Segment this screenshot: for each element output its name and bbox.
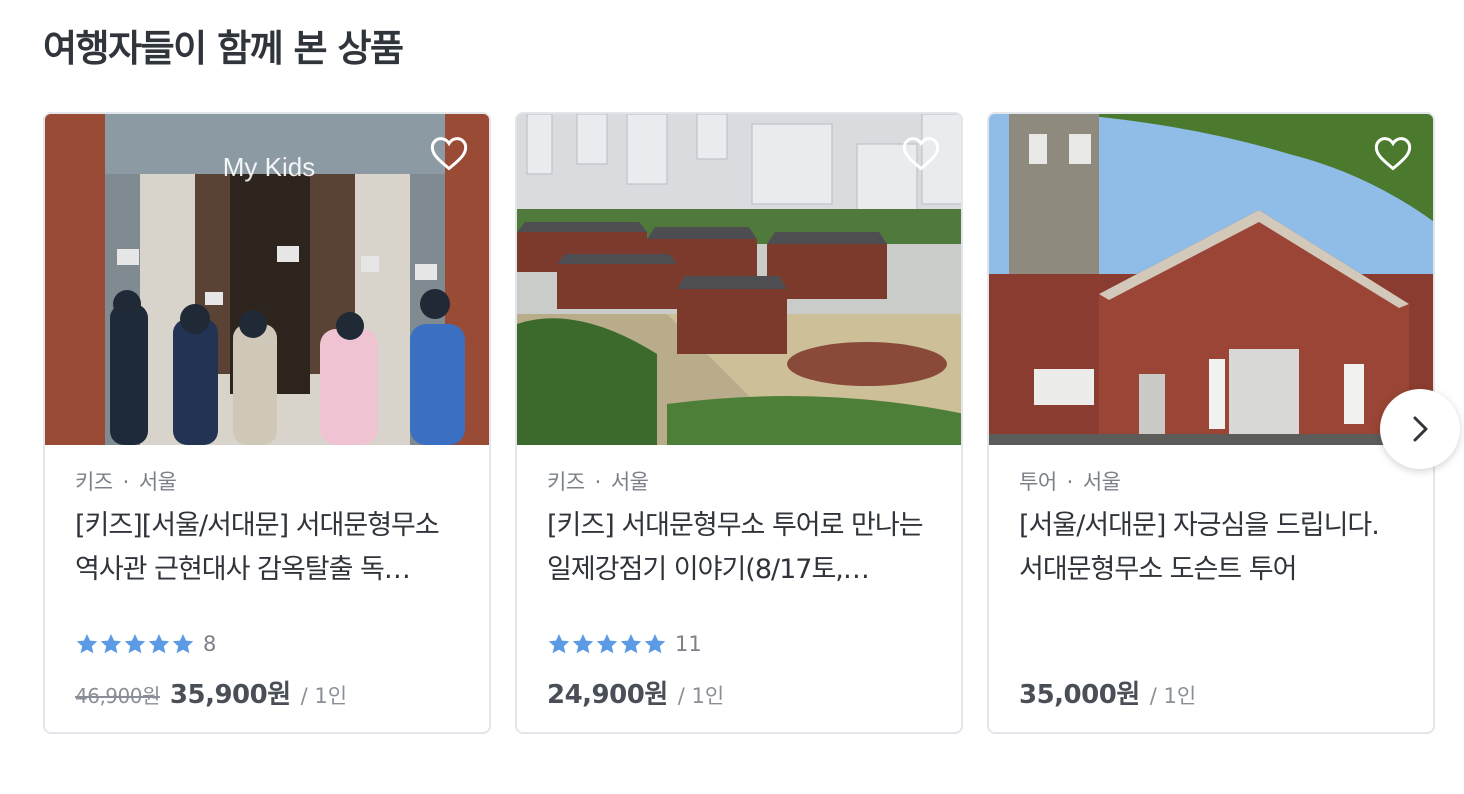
rating: 8	[75, 632, 216, 656]
product-name[interactable]: [키즈] 서대문형무소 투어로 만나는 일제강점기 이야기(8/17토,…	[547, 504, 937, 592]
section-title: 여행자들이 함께 본 상품	[43, 27, 404, 70]
location-label: 서울	[1082, 470, 1121, 494]
product-name[interactable]: [키즈][서울/서대문] 서대문형무소 역사관 근현대사 감옥탈출 독…	[75, 504, 465, 592]
product-card[interactable]: My Kids 키즈 · 서울 [키즈][서울/서대문] 서대문형무소 역사관 근현…	[43, 112, 491, 734]
product-card[interactable]: 키즈 · 서울 [키즈] 서대문형무소 투어로 만나는 일제강점기 이야기(8/17…	[515, 112, 963, 734]
category-label: 키즈	[75, 470, 113, 494]
wishlist-heart-icon[interactable]	[429, 134, 469, 172]
price-row: 35,000원 / 1인	[1019, 674, 1196, 711]
location-label: 서울	[610, 470, 649, 494]
category-label: 키즈	[547, 470, 585, 494]
review-count: 11	[675, 632, 702, 656]
wishlist-heart-icon[interactable]	[901, 134, 941, 172]
price-unit: / 1인	[1149, 684, 1197, 708]
price-unit: / 1인	[300, 684, 348, 708]
star-icon	[172, 634, 194, 654]
price-row: 24,900원 / 1인	[547, 674, 724, 711]
original-price: 46,900원	[75, 684, 160, 708]
star-icon	[548, 634, 570, 654]
product-image[interactable]: My Kids	[45, 114, 489, 445]
image-watermark: My Kids	[223, 152, 315, 182]
category-label: 투어	[1019, 470, 1057, 494]
next-button[interactable]	[1380, 389, 1460, 469]
price-row: 46,900원 35,900원 / 1인	[75, 674, 347, 711]
star-icon	[100, 634, 122, 654]
rating: 11	[547, 632, 702, 656]
product-card[interactable]: 투어 · 서울 [서울/서대문] 자긍심을 드립니다. 서대문형무소 도슨트 투어 …	[987, 112, 1435, 734]
chevron-right-icon	[1413, 416, 1428, 442]
location-label: 서울	[138, 470, 177, 494]
star-icon	[572, 634, 594, 654]
product-meta: 키즈 · 서울	[75, 470, 177, 494]
product-image[interactable]	[517, 114, 961, 445]
sale-price: 24,900원	[547, 680, 668, 710]
star-icon	[148, 634, 170, 654]
product-meta: 키즈 · 서울	[547, 470, 649, 494]
product-meta: 투어 · 서울	[1019, 470, 1121, 494]
product-image[interactable]	[989, 114, 1433, 445]
star-icon	[620, 634, 642, 654]
star-icon	[124, 634, 146, 654]
wishlist-heart-icon[interactable]	[1373, 134, 1413, 172]
sale-price: 35,000원	[1019, 680, 1140, 710]
price-unit: / 1인	[677, 684, 725, 708]
sale-price: 35,900원	[169, 680, 291, 710]
star-icon	[596, 634, 618, 654]
review-count: 8	[203, 632, 217, 656]
star-icon	[76, 634, 98, 654]
star-icon	[644, 634, 666, 654]
product-name[interactable]: [서울/서대문] 자긍심을 드립니다. 서대문형무소 도슨트 투어	[1019, 504, 1409, 592]
